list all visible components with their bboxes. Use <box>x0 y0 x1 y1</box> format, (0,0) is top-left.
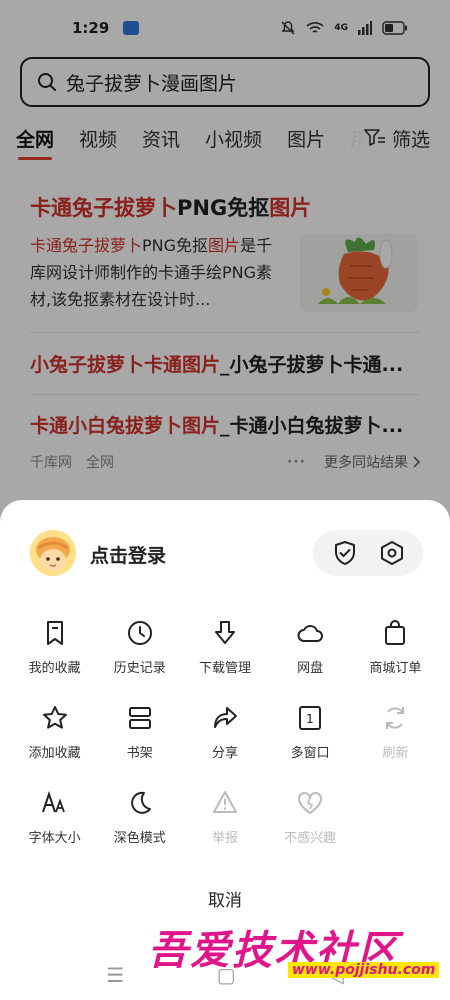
shopping-bag-icon <box>385 620 406 645</box>
menu-nav-icon[interactable]: ☰ <box>106 963 124 987</box>
menu-item-refresh[interactable]: 刷新 <box>353 697 438 782</box>
menu-item-label: 添加收藏 <box>28 746 81 761</box>
menu-item-label: 字体大小 <box>28 831 81 846</box>
menu-item-label: 我的收藏 <box>28 661 81 676</box>
menu-item-not-interested[interactable]: 不感兴趣 <box>268 782 353 867</box>
menu-item-label: 分享 <box>211 746 238 761</box>
menu-item-label: 举报 <box>211 831 238 846</box>
menu-item-label: 下载管理 <box>198 661 251 676</box>
site-watermark: 吾爱技术社区 www.pojjishu.com <box>148 918 440 982</box>
menu-item-multi-window[interactable]: 1 多窗口 <box>268 697 353 782</box>
menu-item-dark-mode[interactable]: 深色模式 <box>97 782 182 867</box>
window-count-icon: 1 <box>299 706 322 730</box>
menu-item-label: 网盘 <box>297 661 324 676</box>
menu-item-shop-orders[interactable]: 商城订单 <box>353 612 438 697</box>
download-icon <box>214 621 235 644</box>
broken-heart-icon <box>298 792 323 814</box>
menu-item-font-size[interactable]: 字体大小 <box>12 782 97 867</box>
settings-hexagon-icon[interactable] <box>379 540 405 566</box>
menu-item-label: 刷新 <box>382 746 409 761</box>
menu-item-favorites[interactable]: 我的收藏 <box>12 612 97 697</box>
quick-actions-pill <box>313 530 423 576</box>
menu-item-add-favorite[interactable]: 添加收藏 <box>12 697 97 782</box>
avatar-icon <box>30 530 76 576</box>
cancel-button[interactable]: 取消 <box>0 886 450 911</box>
avatar[interactable] <box>30 530 76 576</box>
menu-item-label: 多窗口 <box>290 746 330 761</box>
menu-item-cloud-drive[interactable]: 网盘 <box>268 612 353 697</box>
bookshelf-icon <box>128 707 151 729</box>
clock-icon <box>127 621 152 645</box>
menu-item-share[interactable]: 分享 <box>182 697 267 782</box>
moon-icon <box>130 791 151 814</box>
cloud-icon <box>297 625 324 642</box>
refresh-icon <box>386 707 405 729</box>
menu-item-label: 深色模式 <box>113 831 166 846</box>
menu-item-report[interactable]: 举报 <box>182 782 267 867</box>
warning-icon <box>212 791 237 813</box>
menu-item-bookshelf[interactable]: 书架 <box>97 697 182 782</box>
menu-item-label: 不感兴趣 <box>284 831 337 846</box>
shield-check-icon[interactable] <box>332 540 358 566</box>
share-icon <box>213 707 237 728</box>
menu-grid: 我的收藏 历史记录 下载管理 网盘 商城订单 添加收藏 书架 分享 1 多窗口 … <box>12 612 438 867</box>
menu-item-history[interactable]: 历史记录 <box>97 612 182 697</box>
menu-item-label: 商城订单 <box>369 661 422 676</box>
menu-item-label: 书架 <box>126 746 153 761</box>
menu-item-downloads[interactable]: 下载管理 <box>182 612 267 697</box>
font-size-icon <box>41 790 65 813</box>
window-count-badge: 1 <box>306 712 314 726</box>
login-link[interactable]: 点击登录 <box>90 541 166 568</box>
star-icon <box>42 706 67 729</box>
watermark-url: www.pojjishu.com <box>288 962 440 978</box>
menu-item-label: 历史记录 <box>113 661 166 676</box>
bookmark-icon <box>46 621 63 645</box>
